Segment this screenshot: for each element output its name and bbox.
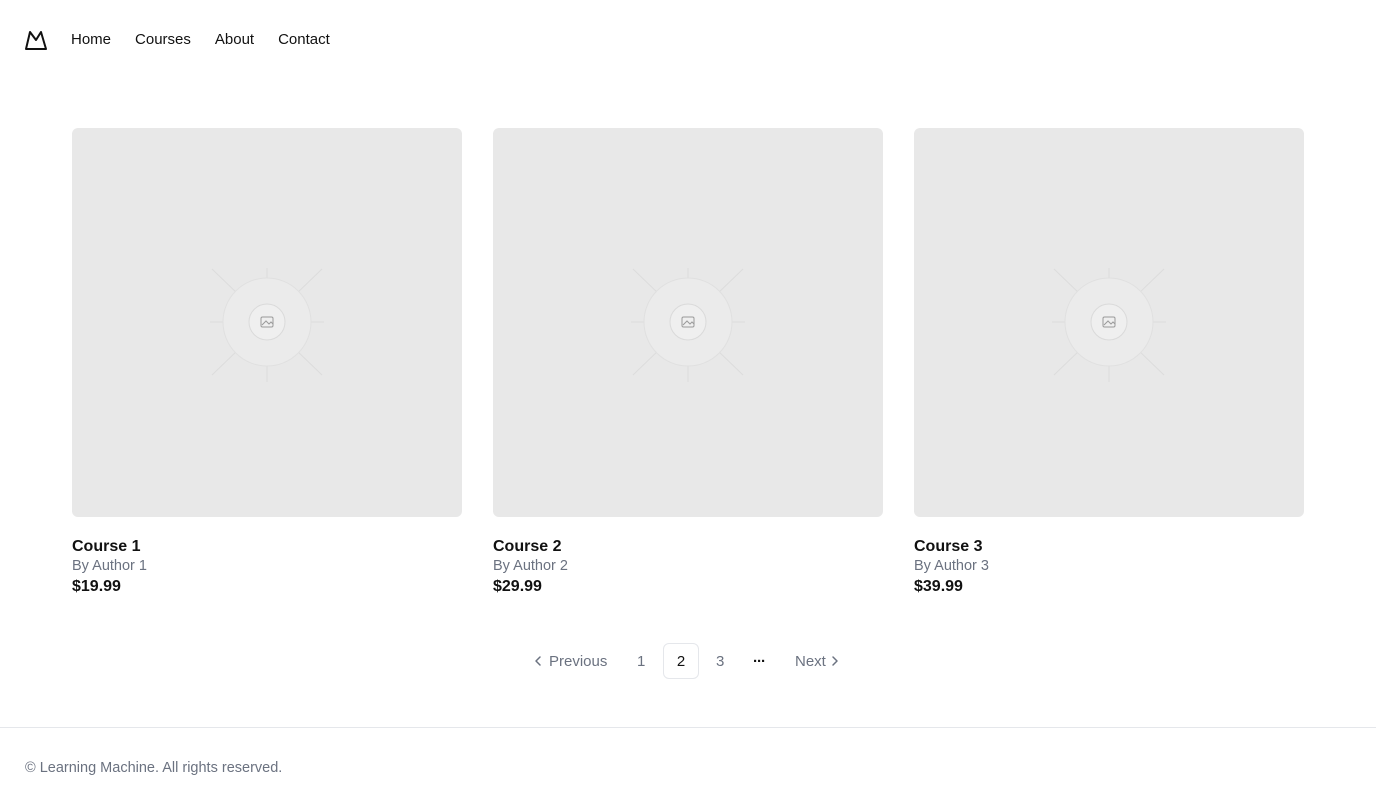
nav-about-link[interactable]: About xyxy=(215,26,254,54)
course-thumbnail[interactable] xyxy=(493,128,883,517)
pagination: Previous 1 2 3 ··· Next xyxy=(0,643,1376,679)
footer-divider xyxy=(0,727,1376,728)
course-author: By Author 3 xyxy=(914,558,989,574)
image-placeholder-icon xyxy=(209,267,325,383)
site-header: Home Courses About Contact xyxy=(24,26,354,54)
image-placeholder-icon xyxy=(1051,267,1167,383)
course-price: $39.99 xyxy=(914,578,963,595)
mountain-logo-icon[interactable] xyxy=(24,28,48,52)
nav-home-link[interactable]: Home xyxy=(71,26,111,54)
previous-label: Previous xyxy=(549,652,608,670)
course-title[interactable]: Course 1 xyxy=(72,537,462,557)
page-1-button[interactable]: 1 xyxy=(637,643,645,679)
course-thumbnail[interactable] xyxy=(914,128,1304,517)
course-card[interactable]: Course 2 By Author 2 $29.99 xyxy=(493,128,883,597)
next-page-button[interactable]: Next xyxy=(795,643,843,679)
nav-contact-link[interactable]: Contact xyxy=(278,26,330,54)
page-3-button[interactable]: 3 xyxy=(716,643,724,679)
course-title[interactable]: Course 2 xyxy=(493,537,883,557)
course-thumbnail[interactable] xyxy=(72,128,462,517)
footer-copyright: © Learning Machine. All rights reserved. xyxy=(25,760,283,776)
next-label: Next xyxy=(795,652,826,670)
course-card[interactable]: Course 3 By Author 3 $39.99 xyxy=(914,128,1304,597)
course-title[interactable]: Course 3 xyxy=(914,537,1304,557)
more-pages-ellipsis: ··· xyxy=(753,652,766,670)
chevron-left-icon xyxy=(535,656,541,666)
course-author: By Author 2 xyxy=(493,558,568,574)
course-price: $19.99 xyxy=(72,578,121,595)
course-price: $29.99 xyxy=(493,578,542,595)
chevron-right-icon xyxy=(832,656,838,666)
page-2-button[interactable]: 2 xyxy=(663,643,699,679)
course-card[interactable]: Course 1 By Author 1 $19.99 xyxy=(72,128,462,597)
nav-courses-link[interactable]: Courses xyxy=(135,26,191,54)
course-author: By Author 1 xyxy=(72,558,147,574)
course-grid: Course 1 By Author 1 $19.99 Course 2 By … xyxy=(72,128,1304,597)
main-nav: Home Courses About Contact xyxy=(71,26,354,54)
image-placeholder-icon xyxy=(630,267,746,383)
previous-page-button[interactable]: Previous xyxy=(530,643,607,679)
